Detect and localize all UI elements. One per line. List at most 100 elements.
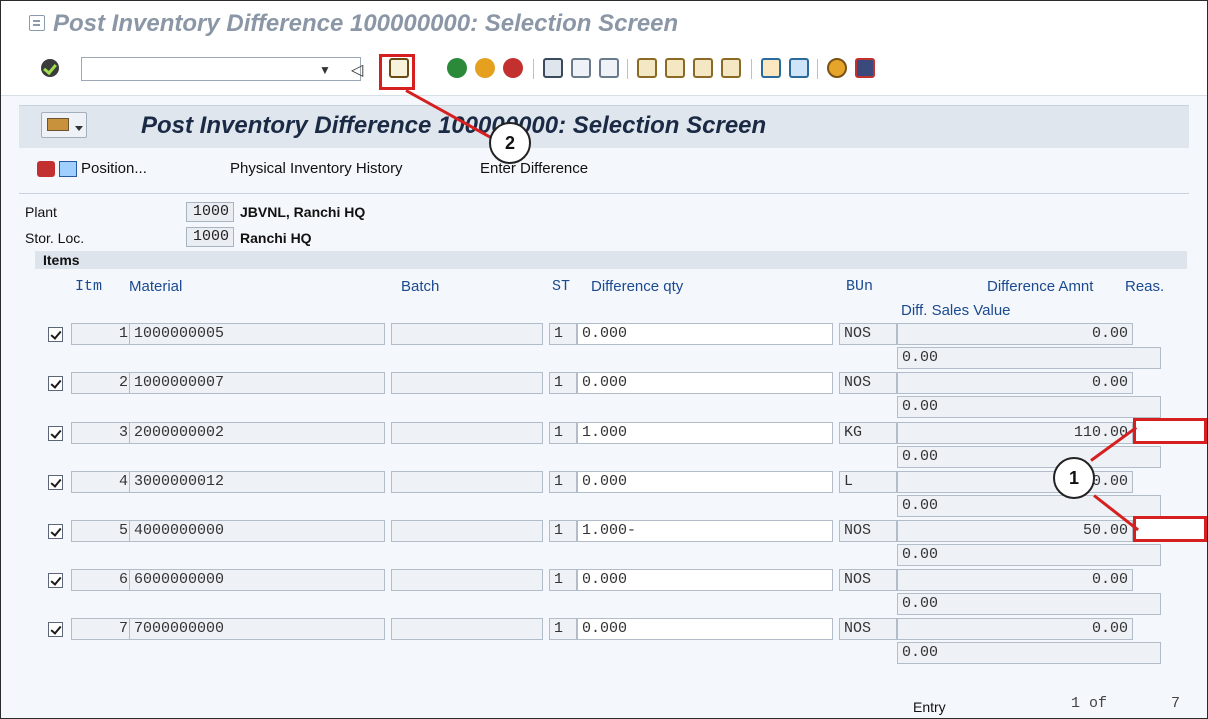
material-field[interactable]: 1000000007 bbox=[129, 372, 385, 394]
row-checkbox[interactable] bbox=[48, 573, 63, 588]
column-header-stock-type[interactable]: ST bbox=[552, 278, 570, 295]
unit-field[interactable]: NOS bbox=[839, 372, 897, 394]
callout-1: 1 bbox=[1053, 457, 1095, 499]
column-header-batch[interactable]: Batch bbox=[401, 278, 439, 295]
difference-amount-field[interactable]: 0.00 bbox=[897, 471, 1133, 493]
difference-qty-field[interactable]: 0.000 bbox=[577, 323, 833, 345]
sales-value-field[interactable]: 0.00 bbox=[897, 642, 1161, 664]
exit-icon[interactable] bbox=[475, 58, 495, 78]
difference-qty-field[interactable]: 0.000 bbox=[577, 471, 833, 493]
row-checkbox[interactable] bbox=[48, 376, 63, 391]
difference-qty-field[interactable]: 1.000- bbox=[577, 520, 833, 542]
unit-field[interactable]: NOS bbox=[839, 520, 897, 542]
column-header-reason[interactable]: Reas. bbox=[1125, 278, 1164, 295]
screen-menu-button[interactable] bbox=[41, 112, 87, 138]
command-dropdown-icon[interactable]: ▼ bbox=[319, 63, 331, 77]
print-list-icon[interactable] bbox=[37, 161, 55, 177]
difference-amount-field[interactable]: 0.00 bbox=[897, 372, 1133, 394]
row-checkbox[interactable] bbox=[48, 475, 63, 490]
stock-type-field[interactable]: 1 bbox=[549, 520, 577, 542]
enter-difference-button[interactable]: Enter Difference bbox=[480, 160, 588, 177]
difference-amount-field[interactable]: 0.00 bbox=[897, 569, 1133, 591]
menu-icon[interactable] bbox=[29, 15, 45, 31]
stock-type-field[interactable]: 1 bbox=[549, 422, 577, 444]
toolbar-separator bbox=[627, 59, 628, 79]
row-checkbox[interactable] bbox=[48, 622, 63, 637]
difference-amount-field[interactable]: 0.00 bbox=[897, 618, 1133, 640]
batch-field[interactable] bbox=[391, 372, 543, 394]
material-field[interactable]: 4000000000 bbox=[129, 520, 385, 542]
create-session-icon[interactable] bbox=[761, 58, 781, 78]
item-number: 2 bbox=[71, 372, 133, 394]
position-icon[interactable] bbox=[59, 161, 77, 177]
cancel-icon[interactable] bbox=[503, 58, 523, 78]
toolbar-separator bbox=[751, 59, 752, 79]
material-field[interactable]: 7000000000 bbox=[129, 618, 385, 640]
material-field[interactable]: 6000000000 bbox=[129, 569, 385, 591]
batch-field[interactable] bbox=[391, 569, 543, 591]
unit-field[interactable]: NOS bbox=[839, 323, 897, 345]
unit-field[interactable]: KG bbox=[839, 422, 897, 444]
material-field[interactable]: 3000000012 bbox=[129, 471, 385, 493]
entry-position: 1 of bbox=[1071, 695, 1108, 712]
next-page-icon[interactable] bbox=[693, 58, 713, 78]
sales-value-field[interactable]: 0.00 bbox=[897, 347, 1161, 369]
difference-qty-field[interactable]: 0.000 bbox=[577, 618, 833, 640]
column-header-base-unit[interactable]: BUn bbox=[846, 278, 873, 295]
material-field[interactable]: 2000000002 bbox=[129, 422, 385, 444]
column-header-difference-amount[interactable]: Difference Amnt bbox=[987, 278, 1093, 295]
difference-amount-field[interactable]: 50.00 bbox=[897, 520, 1133, 542]
batch-field[interactable] bbox=[391, 618, 543, 640]
unit-field[interactable]: L bbox=[839, 471, 897, 493]
material-field[interactable]: 1000000005 bbox=[129, 323, 385, 345]
find-icon[interactable] bbox=[571, 58, 591, 78]
previous-page-icon[interactable] bbox=[665, 58, 685, 78]
find-next-icon[interactable] bbox=[599, 58, 619, 78]
sales-value-field[interactable]: 0.00 bbox=[897, 396, 1161, 418]
print-icon[interactable] bbox=[543, 58, 563, 78]
row-checkbox[interactable] bbox=[48, 524, 63, 539]
back-icon[interactable] bbox=[447, 58, 467, 78]
position-button[interactable]: Position... bbox=[81, 160, 147, 177]
row-checkbox[interactable] bbox=[48, 426, 63, 441]
divider bbox=[19, 193, 1189, 194]
items-section-title: Items bbox=[43, 252, 80, 268]
difference-qty-field[interactable]: 0.000 bbox=[577, 372, 833, 394]
row-checkbox[interactable] bbox=[48, 327, 63, 342]
item-number: 6 bbox=[71, 569, 133, 591]
storage-location-field[interactable]: 1000 bbox=[186, 227, 234, 247]
layout-icon[interactable] bbox=[855, 58, 875, 78]
difference-qty-field[interactable]: 0.000 bbox=[577, 569, 833, 591]
stock-type-field[interactable]: 1 bbox=[549, 471, 577, 493]
unit-field[interactable]: NOS bbox=[839, 618, 897, 640]
difference-qty-field[interactable]: 1.000 bbox=[577, 422, 833, 444]
column-header-item[interactable]: Itm bbox=[75, 278, 102, 295]
item-number: 5 bbox=[71, 520, 133, 542]
sales-value-field[interactable]: 0.00 bbox=[897, 495, 1161, 517]
difference-amount-field[interactable]: 0.00 bbox=[897, 323, 1133, 345]
column-header-sales-value[interactable]: Diff. Sales Value bbox=[901, 302, 1011, 319]
first-page-icon[interactable] bbox=[637, 58, 657, 78]
enter-icon[interactable] bbox=[41, 59, 59, 77]
stock-type-field[interactable]: 1 bbox=[549, 372, 577, 394]
stock-type-field[interactable]: 1 bbox=[549, 323, 577, 345]
batch-field[interactable] bbox=[391, 422, 543, 444]
shortcut-icon[interactable] bbox=[789, 58, 809, 78]
column-header-difference-qty[interactable]: Difference qty bbox=[591, 278, 683, 295]
column-header-material[interactable]: Material bbox=[129, 278, 182, 295]
difference-amount-field[interactable]: 110.00 bbox=[897, 422, 1133, 444]
sales-value-field[interactable]: 0.00 bbox=[897, 446, 1161, 468]
plant-field[interactable]: 1000 bbox=[186, 202, 234, 222]
batch-field[interactable] bbox=[391, 520, 543, 542]
batch-field[interactable] bbox=[391, 471, 543, 493]
unit-field[interactable]: NOS bbox=[839, 569, 897, 591]
collapse-arrow-icon[interactable]: ◁ bbox=[351, 60, 363, 80]
stock-type-field[interactable]: 1 bbox=[549, 569, 577, 591]
last-page-icon[interactable] bbox=[721, 58, 741, 78]
help-icon[interactable] bbox=[827, 58, 847, 78]
sales-value-field[interactable]: 0.00 bbox=[897, 544, 1161, 566]
sales-value-field[interactable]: 0.00 bbox=[897, 593, 1161, 615]
batch-field[interactable] bbox=[391, 323, 543, 345]
stock-type-field[interactable]: 1 bbox=[549, 618, 577, 640]
inventory-history-button[interactable]: Physical Inventory History bbox=[230, 160, 403, 177]
